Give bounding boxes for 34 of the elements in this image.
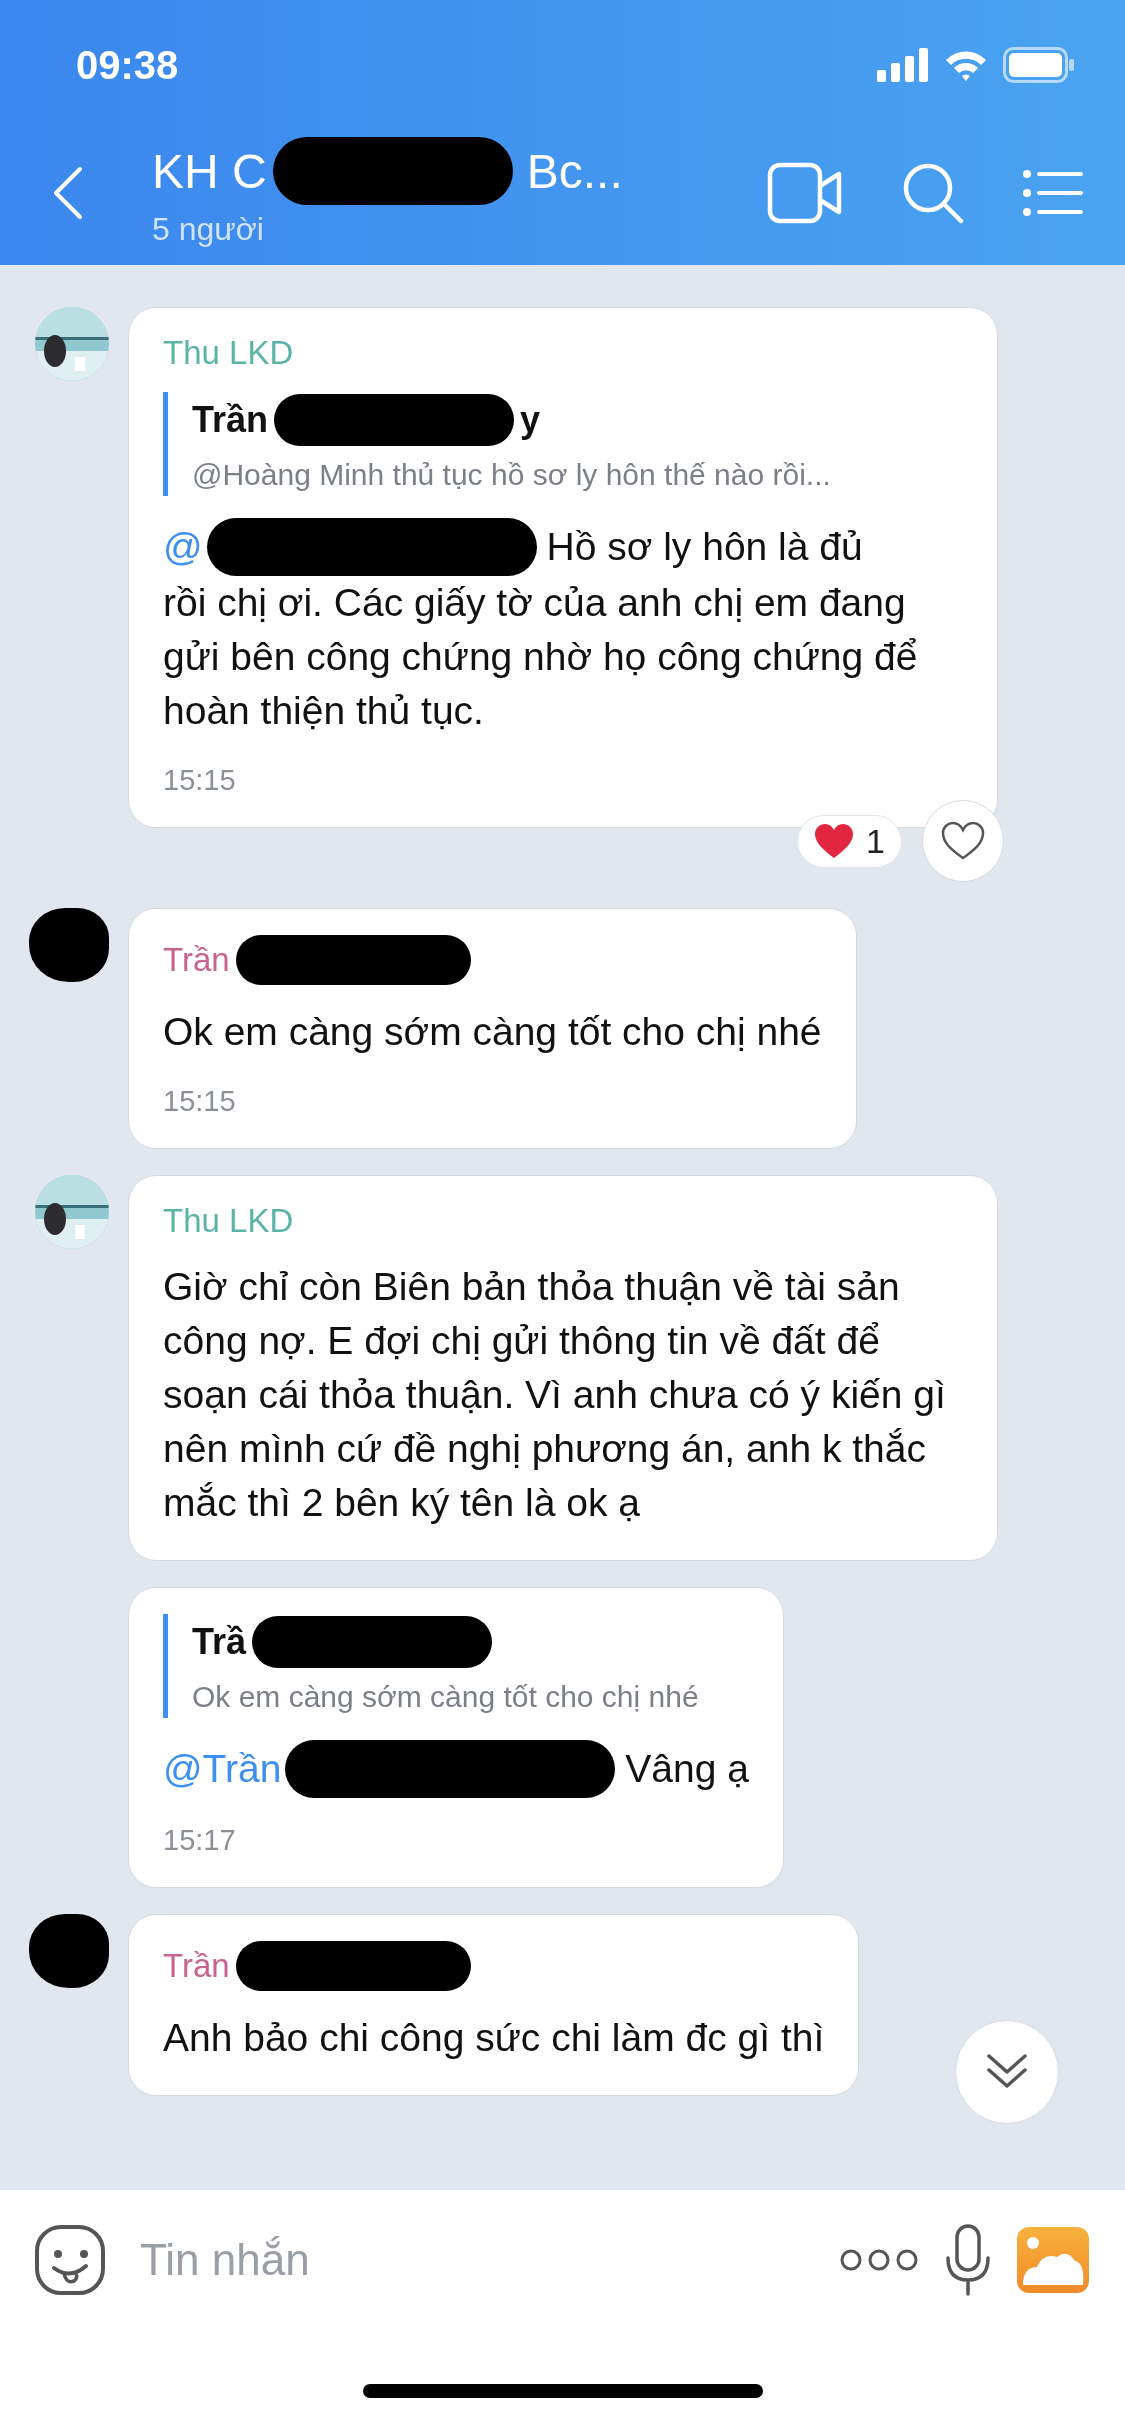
heart-icon xyxy=(940,821,986,861)
message-time: 15:15 xyxy=(163,1085,236,1118)
more-button[interactable] xyxy=(839,2248,919,2272)
message-time: 15:15 xyxy=(163,764,236,797)
member-count: 5 người xyxy=(152,211,264,248)
chat-title: Bc... xyxy=(526,143,623,199)
signal-icon xyxy=(877,48,929,82)
microphone-button[interactable] xyxy=(945,2224,991,2296)
message-text: Hồ sơ ly hôn là đủ xyxy=(546,524,863,570)
quoted-message: Ok em càng sớm càng tốt cho chị nhé xyxy=(192,1680,700,1714)
sender-name: Trần xyxy=(163,941,230,979)
chat-title: KH C xyxy=(152,143,267,199)
message-text: Anh bảo chi công sức chi làm đc gì thì xyxy=(163,2015,825,2061)
message-text: Giờ chỉ còn Biên bản thỏa thuận về tài sản công nợ. E đợi chị gửi thông tin về đất để soạn cái thỏa thuận. Vì anh chưa có ý kiến gì nên mình cứ đề nghị phương án, anh k thắc mắc thì 2 bên ký tên là ok ạ xyxy=(163,1264,947,1526)
message-text: Vâng ạ xyxy=(625,1746,749,1792)
message-input[interactable]: Tin nhắn xyxy=(138,2234,813,2286)
mention-link[interactable]: @ xyxy=(163,520,203,574)
quoted-sender: y xyxy=(520,399,541,441)
mention-link[interactable]: @Trần xyxy=(163,1742,282,1796)
sender-name: Thu LKD xyxy=(163,334,294,372)
sender-name: Trần xyxy=(163,1947,230,1985)
heart-icon xyxy=(814,823,855,859)
sender-name: Thu LKD xyxy=(163,1202,294,1240)
sticker-button[interactable] xyxy=(34,2224,106,2296)
message-text: rồi chị ơi. Các giấy tờ của anh chị em đang gửi bên công chứng nhờ họ công chứng để hoàn thiện thủ tục. xyxy=(163,580,919,734)
reaction-badge[interactable]: 1 xyxy=(797,814,902,868)
message-time: 15:17 xyxy=(163,1824,236,1857)
quoted-message: @Hoàng Minh thủ tục hồ sơ ly hôn thế nào rồi... xyxy=(192,458,832,492)
quoted-sender: Trần xyxy=(192,399,269,441)
reaction-count: 1 xyxy=(866,821,885,861)
message-text: Ok em càng sớm càng tốt cho chị nhé xyxy=(163,1009,822,1055)
quoted-sender: Trầ xyxy=(192,1621,247,1663)
battery-icon xyxy=(1003,47,1075,83)
status-time: 09:38 xyxy=(76,42,179,88)
